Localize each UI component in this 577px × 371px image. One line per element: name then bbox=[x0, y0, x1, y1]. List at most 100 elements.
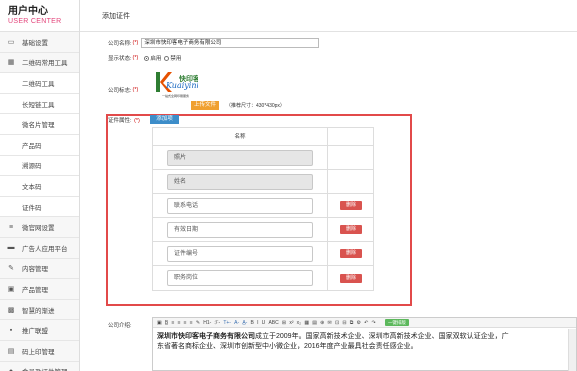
toolbar-button[interactable]: A̲- bbox=[242, 319, 247, 327]
sidebar-item[interactable]: ≡ 微官网设置 bbox=[0, 217, 79, 238]
list-icon: ≡ bbox=[8, 223, 14, 231]
doc-icon: ▤ bbox=[7, 347, 15, 355]
status-disabled-radio[interactable] bbox=[164, 55, 170, 61]
toolbar-button[interactable]: ≡ bbox=[190, 319, 193, 327]
sidebar-item[interactable]: ▬ 广告人应用平台 bbox=[0, 238, 79, 259]
table-row: 职务岗位 删除 bbox=[153, 266, 373, 290]
intro-label: 公司介绍: bbox=[108, 323, 132, 329]
toolbar-button[interactable]: ≡ bbox=[184, 319, 187, 327]
sidebar-item[interactable]: 产品码 bbox=[0, 134, 79, 156]
attr-action-cell: 删除 bbox=[328, 194, 373, 217]
attr-label-row: 证件属性: (*) bbox=[108, 116, 143, 124]
attr-name-input[interactable]: 证件编号 bbox=[167, 245, 313, 262]
editor-line-1: 深圳市快印客电子商务有限公司成立于2009年。国家高新技术企业、深圳市高新技术企… bbox=[157, 332, 572, 342]
sidebar-item[interactable]: ●会员及证件管理 bbox=[0, 362, 79, 371]
editor-content[interactable]: 深圳市快印客电子商务有限公司成立于2009年。国家高新技术企业、深圳市高新技术企… bbox=[153, 328, 576, 352]
toolbar-button[interactable]: ↷ bbox=[372, 319, 376, 327]
lock-icon: ▪ bbox=[9, 326, 13, 334]
editor-scrollbar[interactable] bbox=[568, 329, 576, 371]
brand: 用户中心 USER CENTER bbox=[0, 0, 79, 32]
sidebar-item[interactable]: ✎ 内容管理 bbox=[0, 259, 79, 280]
toolbar-button[interactable]: ⧉ bbox=[350, 319, 354, 327]
sidebar-item[interactable]: ▤ 码上印管理 bbox=[0, 341, 79, 362]
status-enabled-label: 启用 bbox=[150, 56, 162, 62]
toolbar-button[interactable]: ▦ bbox=[304, 319, 309, 327]
sidebar-item[interactable]: 二维码工具 bbox=[0, 73, 79, 94]
sidebar-item-label: 智慧的渐进 bbox=[22, 307, 55, 315]
toolbar-button[interactable]: ✎ bbox=[196, 319, 200, 327]
toolbar-button[interactable]: A- bbox=[234, 319, 239, 327]
monitor-icon: ▭ bbox=[7, 38, 15, 46]
company-name-input[interactable]: 深圳市快印客电子商务有限公司 bbox=[141, 38, 320, 48]
toolbar-button[interactable]: ⊞ bbox=[282, 319, 286, 327]
sidebar-item[interactable]: 溯源码 bbox=[0, 155, 79, 177]
toolbar-button[interactable]: ↶ bbox=[364, 319, 368, 327]
toolbar-button[interactable]: ℱ- bbox=[215, 319, 221, 327]
logo-brand-cn: 快印客 bbox=[179, 74, 198, 83]
sidebar-item[interactable]: ▦ 二维码常用工具 bbox=[0, 53, 79, 74]
sidebar-item[interactable]: ▭ 基础设置 bbox=[0, 32, 79, 53]
attr-label: 证件属性: bbox=[108, 118, 132, 124]
attr-name-cell: 职务岗位 bbox=[153, 266, 328, 290]
sidebar-item-label: 广告人应用平台 bbox=[22, 245, 68, 253]
auto-format-button[interactable]: 一键排版 bbox=[384, 319, 409, 326]
toolbar-button[interactable]: x₂ bbox=[297, 319, 301, 327]
delete-button[interactable]: 删除 bbox=[340, 201, 362, 210]
toolbar-button[interactable]: B̲ bbox=[165, 319, 168, 327]
table-row: 联系电话 删除 bbox=[153, 194, 373, 218]
attr-action-cell: 删除 bbox=[328, 266, 373, 290]
logo-size-hint: （推荐尺寸：430*430px） bbox=[226, 103, 285, 109]
toolbar-button[interactable]: ⚙ bbox=[356, 319, 360, 327]
toolbar-button[interactable]: ⊟ bbox=[342, 319, 346, 327]
attr-action-cell bbox=[328, 146, 373, 169]
brand-title: 用户中心 bbox=[8, 6, 48, 17]
toolbar-button[interactable]: U bbox=[262, 319, 266, 327]
company-logo: Kuaiyinke 快印客 一站式全网印刷服务 bbox=[150, 68, 206, 102]
toolbar-button[interactable]: ⊡ bbox=[335, 319, 339, 327]
upload-button[interactable]: 上传文件 bbox=[191, 101, 219, 110]
sidebar-item[interactable]: 文本码 bbox=[0, 176, 79, 197]
delete-button[interactable]: 删除 bbox=[340, 273, 362, 283]
sidebar-item[interactable]: 证件码 bbox=[0, 196, 79, 218]
attr-action-cell bbox=[328, 170, 373, 193]
sidebar-item[interactable]: 长短链工具 bbox=[0, 93, 79, 115]
attr-name-input: 照片 bbox=[167, 149, 313, 166]
toolbar-button[interactable]: ✉ bbox=[328, 319, 332, 327]
attr-name-cell: 有效日期 bbox=[153, 218, 328, 241]
sidebar-item[interactable]: ▩ 智慧的渐进 bbox=[0, 300, 79, 321]
toolbar-button[interactable]: ⊕ bbox=[320, 319, 324, 327]
sidebar-item-label: 产品管理 bbox=[22, 286, 48, 294]
status-enabled-radio[interactable] bbox=[144, 55, 150, 61]
sidebar-item[interactable]: ▪ 推广联盟 bbox=[0, 320, 79, 341]
toolbar-button[interactable]: x² bbox=[289, 319, 293, 327]
toolbar-button[interactable]: I bbox=[257, 319, 258, 327]
sidebar-item[interactable]: ▣ 产品管理 bbox=[0, 279, 79, 300]
toolbar-button[interactable]: H1- bbox=[203, 319, 211, 327]
sidebar-nav: ▭ 基础设置 ▦ 二维码常用工具 二维码工具 长短链工具 微名片管理 产品码 溯源码 文本码 证件码… bbox=[0, 32, 79, 371]
toolbar-button[interactable]: B bbox=[251, 319, 254, 327]
toolbar-button[interactable]: ▤ bbox=[312, 319, 317, 327]
brand-subtitle: USER CENTER bbox=[8, 18, 62, 25]
attr-name-input: 姓名 bbox=[167, 173, 313, 190]
toolbar-button[interactable]: T+- bbox=[223, 319, 231, 327]
attr-name-input[interactable]: 职务岗位 bbox=[167, 270, 313, 286]
rich-text-editor[interactable]: ▣ B̲ ≡ ≡ ≡ ≡ ✎ H1- ℱ- T+- A- A̲- B I U ABC ⊞ x² x₂ ▦ ▤ ⊕ ✉ ⊡ ⊟ ⧉ ⚙… bbox=[152, 317, 577, 371]
delete-button[interactable]: 删除 bbox=[340, 249, 362, 258]
table-row: 照片 bbox=[153, 146, 373, 170]
attr-name-input[interactable]: 有效日期 bbox=[167, 221, 313, 238]
delete-button[interactable]: 删除 bbox=[340, 225, 362, 234]
add-attribute-button[interactable]: 添加项 bbox=[150, 115, 179, 124]
toolbar-button[interactable]: ▣ bbox=[157, 319, 162, 327]
required-mark: (*) bbox=[132, 55, 139, 61]
status-disabled-label: 禁用 bbox=[170, 56, 182, 62]
logo-tagline: 一站式全网印刷服务 bbox=[162, 93, 189, 98]
logo-label: 公司标志: bbox=[108, 88, 132, 94]
sidebar-item[interactable]: 微名片管理 bbox=[0, 114, 79, 135]
attr-name-input[interactable]: 联系电话 bbox=[167, 197, 313, 214]
edit-icon: ✎ bbox=[8, 265, 14, 273]
toolbar-button[interactable]: ≡ bbox=[171, 319, 174, 327]
toolbar-button[interactable]: ABC bbox=[268, 319, 278, 327]
toolbar-button[interactable]: ≡ bbox=[178, 319, 181, 327]
attr-action-cell: 删除 bbox=[328, 218, 373, 241]
sidebar: 用户中心 USER CENTER ▭ 基础设置 ▦ 二维码常用工具 二维码工具 长短链工具… bbox=[0, 0, 80, 371]
